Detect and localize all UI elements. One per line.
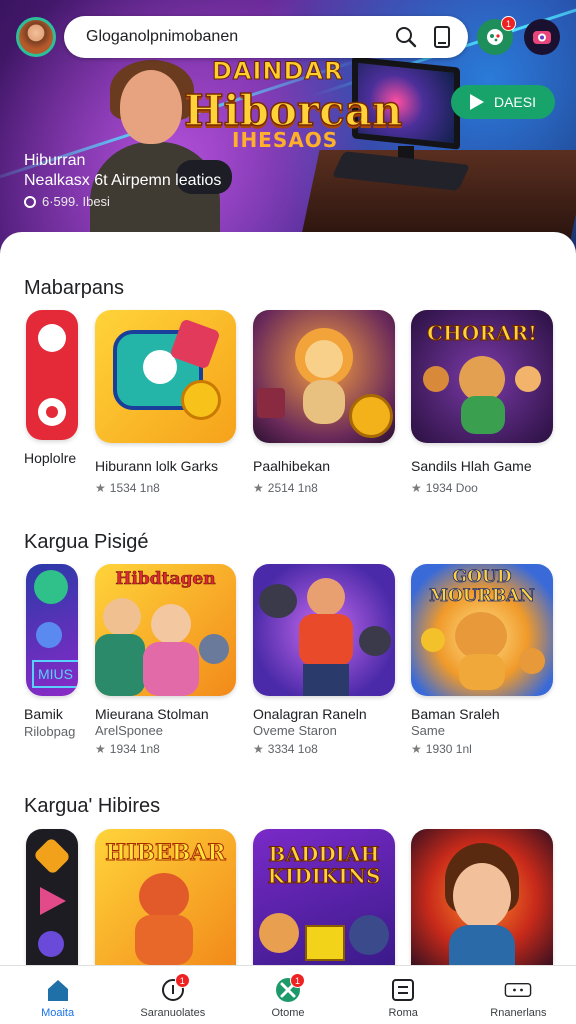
app-tile[interactable]: Hibdtagen bbox=[95, 564, 236, 696]
app-subtitle: Same bbox=[411, 723, 445, 738]
search-icon[interactable] bbox=[388, 19, 424, 55]
list-icon bbox=[389, 976, 417, 1004]
games-icon: 1 bbox=[274, 973, 305, 1004]
hero-title-top: DAINDAR bbox=[212, 57, 344, 86]
nav-label: Roma bbox=[388, 1007, 418, 1019]
app-rating-value: 2514 1n8 bbox=[267, 481, 318, 495]
app-tile[interactable] bbox=[95, 310, 236, 443]
app-art-title: Hibdtagen bbox=[115, 569, 216, 589]
nav-item-list[interactable]: Roma bbox=[346, 966, 461, 1024]
play-arrow-icon bbox=[469, 94, 484, 110]
section-title: Kargua' Hibires bbox=[24, 795, 161, 817]
star-icon: ★ bbox=[95, 481, 106, 495]
app-rating-value: 1934 Doo bbox=[425, 481, 478, 495]
app-rating: ★ 1534 1n8 bbox=[95, 481, 160, 495]
app-rating-value: 1934 1n8 bbox=[109, 742, 160, 756]
app-rating: ★ 3334 1o8 bbox=[253, 742, 318, 756]
avatar[interactable] bbox=[16, 17, 56, 57]
app-tile[interactable] bbox=[253, 310, 395, 443]
app-name[interactable]: Paalhibekan bbox=[253, 458, 330, 474]
app-art-title: HIBEBAR bbox=[105, 840, 226, 866]
nav-label: Moaita bbox=[41, 1007, 75, 1019]
nav-label: Saranuolates bbox=[140, 1007, 206, 1019]
nav-item-games[interactable]: 1 Otome bbox=[230, 966, 345, 1024]
app-tile[interactable] bbox=[26, 829, 78, 965]
app-tile[interactable] bbox=[26, 310, 78, 440]
hero-title-sub: IHESAOS bbox=[232, 128, 339, 152]
circle-badge-icon: 1 bbox=[159, 973, 190, 1004]
star-icon: ★ bbox=[411, 742, 422, 756]
nav-item-notifications[interactable]: 1 Saranuolates bbox=[115, 966, 230, 1024]
app-rating-value: 1930 1nl bbox=[425, 742, 472, 756]
hero-kicker: Hiburran bbox=[24, 152, 86, 169]
app-name[interactable]: Bamik bbox=[24, 706, 63, 722]
app-rating: ★ 1930 1nl bbox=[411, 742, 472, 756]
app-art-title: BADDIAH KIDIKINS bbox=[267, 842, 381, 888]
app-subtitle: ArelSponee bbox=[95, 723, 163, 738]
app-tile[interactable]: GOUD MOURBAN bbox=[411, 564, 553, 696]
nav-item-home[interactable]: Moaita bbox=[0, 966, 115, 1024]
notification-badge: 1 bbox=[501, 16, 516, 31]
hero-cta-button[interactable]: DAESI bbox=[451, 85, 555, 119]
app-rating: ★ 2514 1n8 bbox=[253, 481, 318, 495]
hero-stat-text: 6·599. Ibesi bbox=[42, 194, 110, 209]
nav-badge: 1 bbox=[290, 973, 305, 988]
hero-cta-label: DAESI bbox=[493, 94, 536, 110]
hero-description: Nealkasx 6t Airpemn leatios bbox=[24, 172, 222, 189]
nav-label: Otome bbox=[271, 1007, 305, 1019]
app-art-title: GOUD MOURBAN bbox=[429, 567, 535, 606]
star-icon: ★ bbox=[95, 742, 106, 756]
nav-item-more[interactable]: Rnanerlans bbox=[461, 966, 576, 1024]
search-bar[interactable]: Gloganolpnimobanen bbox=[64, 16, 468, 58]
app-art-title: CHORAR! bbox=[427, 321, 538, 345]
gamepad-button[interactable]: 1 bbox=[477, 16, 516, 55]
app-tile[interactable] bbox=[253, 564, 395, 696]
section-title: Kargua Pisigé bbox=[24, 531, 149, 553]
app-rating: ★ 1934 1n8 bbox=[95, 742, 160, 756]
app-tile[interactable]: CHORAR! bbox=[411, 310, 553, 443]
app-tile[interactable]: BADDIAH KIDIKINS bbox=[253, 829, 395, 965]
app-tile[interactable]: HIBEBAR bbox=[95, 829, 236, 965]
star-icon: ★ bbox=[253, 481, 264, 495]
tablet-icon[interactable] bbox=[424, 19, 460, 55]
app-subtitle: Oveme Staron bbox=[253, 723, 337, 738]
app-art-title: MIUS bbox=[32, 660, 78, 688]
app-tile[interactable]: MIUS bbox=[26, 564, 78, 696]
bottom-nav: Moaita 1 Saranuolates 1 Otome Roma Rnane… bbox=[0, 965, 576, 1024]
app-name[interactable]: Onalagran Raneln bbox=[253, 706, 367, 722]
search-input[interactable]: Gloganolpnimobanen bbox=[86, 28, 388, 46]
ring-icon bbox=[24, 195, 36, 208]
app-tile[interactable] bbox=[411, 829, 553, 965]
section-title: Mabarpans bbox=[24, 277, 125, 299]
app-name[interactable]: Hoplolre bbox=[24, 450, 76, 466]
app-subtitle: Rilobpag bbox=[24, 724, 76, 739]
app-name[interactable]: Baman Sraleh bbox=[411, 706, 500, 722]
nav-badge: 1 bbox=[174, 973, 190, 988]
app-rating-value: 3334 1o8 bbox=[267, 742, 318, 756]
home-icon bbox=[44, 976, 72, 1004]
star-icon: ★ bbox=[253, 742, 264, 756]
gamepad-icon bbox=[487, 29, 503, 45]
star-icon: ★ bbox=[411, 481, 422, 495]
camera-icon bbox=[533, 31, 551, 44]
hero-stat: 6·599. Ibesi bbox=[24, 194, 110, 209]
nav-label: Rnanerlans bbox=[490, 1007, 547, 1019]
app-name[interactable]: Hiburann lolk Garks bbox=[95, 458, 218, 474]
app-rating: ★ 1934 Doo bbox=[411, 481, 478, 495]
app-name[interactable]: Mieurana Stolman bbox=[95, 706, 209, 722]
app-rating-value: 1534 1n8 bbox=[109, 481, 160, 495]
app-name[interactable]: Sandils Hlah Game bbox=[411, 458, 532, 474]
menu-dots-icon bbox=[504, 976, 532, 1004]
camera-button[interactable] bbox=[524, 19, 560, 55]
